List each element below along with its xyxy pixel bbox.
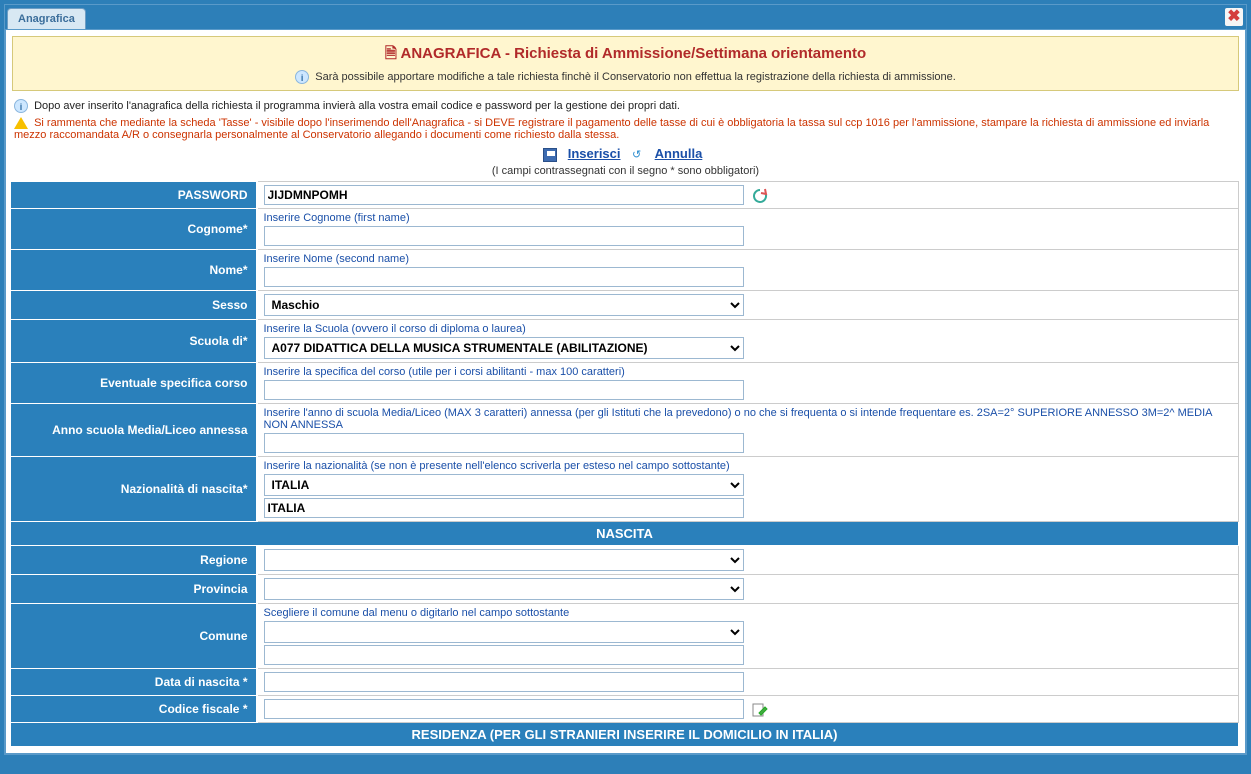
warning-line: Si rammenta che mediante la scheda 'Tass… bbox=[6, 115, 1245, 143]
info-icon: i bbox=[14, 99, 28, 113]
tab-bar: Anagrafica ✖ bbox=[5, 5, 1246, 29]
nascita-section-header: NASCITA bbox=[11, 522, 1239, 546]
scuola-hint: Inserire la Scuola (ovvero il corso di d… bbox=[264, 323, 1233, 335]
provincia-select[interactable] bbox=[264, 578, 744, 600]
refresh-icon: ↺ bbox=[630, 148, 644, 162]
header-box: 🗎 ANAGRAFICA - Richiesta di Ammissione/S… bbox=[12, 36, 1239, 91]
action-row: Inserisci ↺ Annulla bbox=[6, 143, 1245, 165]
title-text: ANAGRAFICA - Richiesta di Ammissione/Set… bbox=[401, 45, 867, 62]
comune-label: Comune bbox=[11, 604, 257, 669]
nazionalita-select[interactable]: ITALIA bbox=[264, 474, 744, 496]
data-nascita-label: Data di nascita * bbox=[11, 669, 257, 696]
nome-hint: Inserire Nome (second name) bbox=[264, 253, 1233, 265]
comune-select[interactable] bbox=[264, 621, 744, 643]
comune-hint: Scegliere il comune dal menu o digitarlo… bbox=[264, 607, 1233, 619]
edit-icon[interactable] bbox=[751, 701, 769, 719]
nazionalita-input[interactable] bbox=[264, 498, 744, 518]
document-icon: 🗎 bbox=[385, 45, 397, 62]
nome-label: Nome* bbox=[11, 250, 257, 291]
info-line: i Dopo aver inserito l'anagrafica della … bbox=[6, 97, 1245, 115]
subtitle-text: Sarà possibile apportare modifiche a tal… bbox=[315, 71, 956, 83]
warning-icon bbox=[14, 117, 28, 129]
tab-anagrafica[interactable]: Anagrafica bbox=[7, 8, 86, 29]
scuola-select[interactable]: A077 DIDATTICA DELLA MUSICA STRUMENTALE … bbox=[264, 337, 744, 359]
sesso-label: Sesso bbox=[11, 291, 257, 320]
regione-label: Regione bbox=[11, 546, 257, 575]
warning-text: Si rammenta che mediante la scheda 'Tass… bbox=[14, 117, 1209, 141]
cognome-label: Cognome* bbox=[11, 209, 257, 250]
page-title: 🗎 ANAGRAFICA - Richiesta di Ammissione/S… bbox=[21, 43, 1230, 68]
info-icon: i bbox=[295, 70, 309, 84]
page-subtitle: i Sarà possibile apportare modifiche a t… bbox=[21, 70, 1230, 84]
scuola-label: Scuola di* bbox=[11, 320, 257, 363]
annulla-link[interactable]: Annulla bbox=[655, 146, 703, 161]
nazionalita-hint: Inserire la nazionalità (se non è presen… bbox=[264, 460, 1233, 472]
nazionalita-label: Nazionalità di nascita* bbox=[11, 457, 257, 522]
info-text: Dopo aver inserito l'anagrafica della ri… bbox=[34, 100, 680, 112]
nome-input[interactable] bbox=[264, 267, 744, 287]
codice-fiscale-input[interactable] bbox=[264, 699, 744, 719]
form-table: PASSWORD Cognome* Inserire Cognome (firs… bbox=[10, 181, 1239, 747]
regenerate-password-icon[interactable] bbox=[751, 187, 769, 205]
mandatory-note: (I campi contrassegnati con il segno * s… bbox=[6, 165, 1245, 181]
comune-input[interactable] bbox=[264, 645, 744, 665]
anno-media-input[interactable] bbox=[264, 433, 744, 453]
specifica-input[interactable] bbox=[264, 380, 744, 400]
specifica-label: Eventuale specifica corso bbox=[11, 363, 257, 404]
anno-media-hint: Inserire l'anno di scuola Media/Liceo (M… bbox=[264, 407, 1233, 431]
data-nascita-input[interactable] bbox=[264, 672, 744, 692]
inserisci-link[interactable]: Inserisci bbox=[568, 146, 621, 161]
password-input[interactable] bbox=[264, 185, 744, 205]
codice-fiscale-label: Codice fiscale * bbox=[11, 696, 257, 723]
close-button[interactable]: ✖ bbox=[1225, 8, 1243, 26]
password-label: PASSWORD bbox=[11, 182, 257, 209]
save-icon bbox=[543, 148, 557, 162]
sesso-select[interactable]: Maschio bbox=[264, 294, 744, 316]
cognome-hint: Inserire Cognome (first name) bbox=[264, 212, 1233, 224]
residenza-section-header: RESIDENZA (PER GLI STRANIERI INSERIRE IL… bbox=[11, 723, 1239, 747]
cognome-input[interactable] bbox=[264, 226, 744, 246]
regione-select[interactable] bbox=[264, 549, 744, 571]
provincia-label: Provincia bbox=[11, 575, 257, 604]
content: 🗎 ANAGRAFICA - Richiesta di Ammissione/S… bbox=[5, 29, 1246, 754]
specifica-hint: Inserire la specifica del corso (utile p… bbox=[264, 366, 1233, 378]
window: Anagrafica ✖ 🗎 ANAGRAFICA - Richiesta di… bbox=[4, 4, 1247, 755]
anno-media-label: Anno scuola Media/Liceo annessa bbox=[11, 404, 257, 457]
